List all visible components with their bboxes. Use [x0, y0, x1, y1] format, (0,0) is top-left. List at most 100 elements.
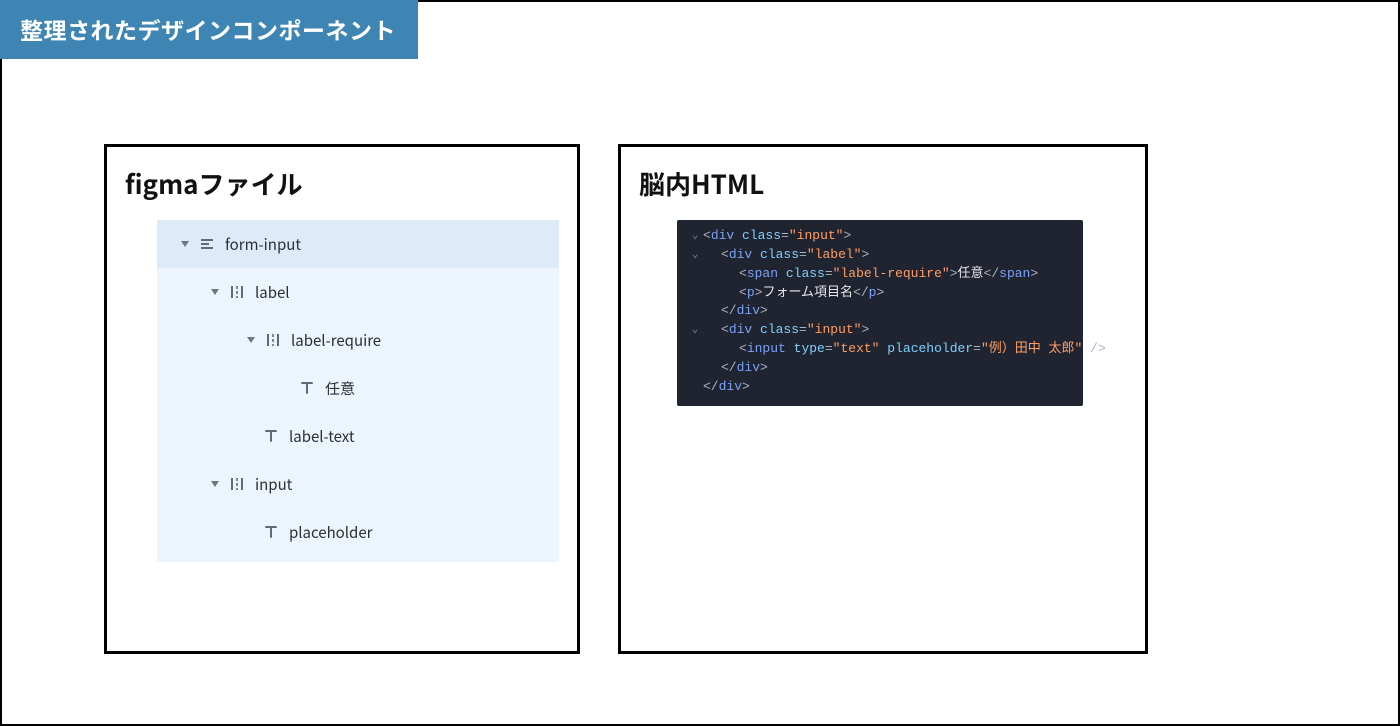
code-token: p — [747, 285, 755, 300]
tree-row-label: label-require — [291, 330, 381, 351]
code-token: </ — [853, 285, 869, 300]
caret-down-icon[interactable] — [247, 337, 255, 343]
code-token: > — [861, 247, 869, 262]
code-line: <input type="text" placeholder="例）田中 太郎"… — [687, 340, 1073, 359]
code-token: > — [760, 360, 768, 375]
code-token: = — [825, 266, 833, 281]
code-token: > — [950, 266, 958, 281]
code-token: type — [794, 341, 825, 356]
code-token: </ — [984, 266, 1000, 281]
tree-row[interactable]: label-text — [157, 412, 559, 460]
code-token: class — [760, 247, 799, 262]
code-text: <div class="label"> — [703, 246, 1073, 265]
fold-caret-icon[interactable]: ⌄ — [687, 246, 703, 264]
code-text: </div> — [703, 302, 1073, 321]
code-line: </div> — [687, 378, 1073, 397]
code-token: > — [760, 303, 768, 318]
code-token: = — [799, 322, 807, 337]
code-token: < — [721, 247, 729, 262]
code-token: div — [719, 379, 742, 394]
tree-row-label: placeholder — [289, 522, 372, 543]
text-icon — [299, 380, 315, 396]
code-token: > — [1030, 266, 1038, 281]
code-token: "input" — [807, 322, 862, 337]
code-token — [786, 341, 794, 356]
frame-h-icon — [229, 476, 245, 492]
code-line: </div> — [687, 359, 1073, 378]
code-token: "例）田中 太郎" — [981, 341, 1082, 356]
code-token: placeholder — [887, 341, 973, 356]
gutter-spacer — [687, 284, 703, 286]
code-token: = — [799, 247, 807, 262]
code-token: div — [729, 247, 752, 262]
code-token: div — [729, 322, 752, 337]
code-token: span — [747, 266, 778, 281]
tree-row[interactable]: label-require — [157, 316, 559, 364]
tree-row[interactable]: form-input — [157, 220, 559, 268]
code-token: </ — [721, 360, 737, 375]
tree-row-label: label-text — [289, 426, 355, 447]
code-token: "text" — [833, 341, 880, 356]
caret-down-icon[interactable] — [211, 289, 219, 295]
gutter-spacer — [687, 302, 703, 304]
html-card-title: 脳内HTML — [639, 165, 1145, 202]
code-token: < — [739, 341, 747, 356]
html-card: 脳内HTML ⌄<div class="input">⌄<div class="… — [618, 144, 1148, 654]
caret-down-icon[interactable] — [211, 481, 219, 487]
code-token: class — [742, 228, 781, 243]
tree-row[interactable]: label — [157, 268, 559, 316]
code-token — [752, 322, 760, 337]
tree-row-label: input — [255, 474, 292, 495]
code-token: = — [973, 341, 981, 356]
code-token: input — [747, 341, 786, 356]
code-token: </ — [703, 379, 719, 394]
code-token: = — [781, 228, 789, 243]
tree-row[interactable]: placeholder — [157, 508, 559, 556]
code-token: </ — [721, 303, 737, 318]
figma-card: figmaファイル form-inputlabellabel-require任意… — [104, 144, 580, 654]
banner-title: 整理されたデザインコンポーネント — [20, 12, 396, 46]
tree-row-label: 任意 — [325, 378, 355, 399]
tree-row-label: label — [255, 282, 290, 303]
code-token — [778, 266, 786, 281]
code-token — [734, 228, 742, 243]
tree-row-label: form-input — [225, 234, 301, 255]
code-text: <div class="input"> — [703, 321, 1073, 340]
code-token: /> — [1082, 341, 1105, 356]
code-text: </div> — [703, 378, 1073, 397]
code-token: > — [876, 285, 884, 300]
code-line: ⌄<div class="input"> — [687, 321, 1073, 340]
code-token: < — [739, 285, 747, 300]
gutter-spacer — [687, 378, 703, 380]
fold-caret-icon[interactable]: ⌄ — [687, 227, 703, 245]
fold-caret-icon[interactable]: ⌄ — [687, 321, 703, 339]
banner: 整理されたデザインコンポーネント — [0, 0, 418, 59]
gutter-spacer — [687, 340, 703, 342]
gutter-spacer — [687, 359, 703, 361]
code-text: <span class="label-require">任意</span> — [703, 265, 1073, 284]
frame-h-icon — [229, 284, 245, 300]
code-line: </div> — [687, 302, 1073, 321]
figma-layer-tree: form-input label label-require 任意 label-text… — [157, 220, 559, 562]
tree-row[interactable]: 任意 — [157, 364, 559, 412]
code-token: class — [760, 322, 799, 337]
code-token: > — [742, 379, 750, 394]
code-token: = — [825, 341, 833, 356]
code-token — [752, 247, 760, 262]
code-line: <p>フォーム項目名</p> — [687, 284, 1073, 303]
tree-row[interactable]: input — [157, 460, 559, 508]
code-text: <div class="input"> — [703, 227, 1073, 246]
code-token: > — [861, 322, 869, 337]
code-block: ⌄<div class="input">⌄<div class="label">… — [677, 220, 1083, 406]
caret-down-icon[interactable] — [181, 241, 189, 247]
code-token: > — [843, 228, 851, 243]
text-icon — [263, 524, 279, 540]
gutter-spacer — [687, 265, 703, 267]
code-token: class — [786, 266, 825, 281]
code-token: span — [999, 266, 1030, 281]
code-token: < — [721, 322, 729, 337]
code-token: 任意 — [958, 266, 984, 281]
frame-h-icon — [265, 332, 281, 348]
code-text: <input type="text" placeholder="例）田中 太郎"… — [703, 340, 1106, 359]
code-text: <p>フォーム項目名</p> — [703, 284, 1073, 303]
